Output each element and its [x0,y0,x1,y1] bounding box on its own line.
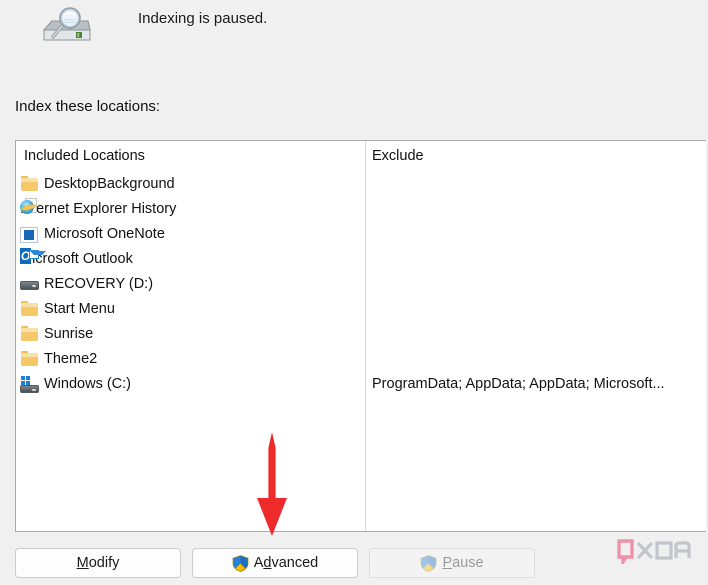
list-item-label: Sunrise [44,326,94,342]
list-item[interactable]: Internet Explorer History [20,197,176,222]
section-label: Index these locations: [15,98,161,115]
list-item-label: Microsoft OneNote [44,226,165,242]
exclude-value: ProgramData; AppData; AppData; Microsoft… [372,376,665,392]
modify-button[interactable]: Modify [15,548,181,578]
advanced-button[interactable]: Advanced [192,548,358,578]
list-item[interactable]: O Microsoft Outlook [20,247,133,272]
list-item[interactable]: RECOVERY (D:) [20,272,153,297]
xda-watermark [617,539,691,564]
list-item[interactable]: DesktopBackground [20,172,175,197]
column-header-included: Included Locations [24,148,145,164]
column-header-exclude: Exclude [372,148,424,164]
internet-explorer-icon [20,198,38,214]
pause-button[interactable]: Pause [369,548,535,578]
list-item-label: Internet Explorer History [20,201,177,217]
folder-icon [20,300,40,319]
list-item[interactable]: Microsoft OneNote [20,222,165,247]
list-item-label: DesktopBackground [44,176,175,192]
index-locations-listview[interactable]: Included Locations DesktopBackground Int… [15,140,706,532]
red-down-arrow-annotation [257,432,287,536]
list-item[interactable]: Windows (C:) [20,372,131,397]
list-item-label: Theme2 [44,351,98,367]
folder-icon [20,350,40,369]
exclude-column: Exclude ProgramData; AppData; AppData; M… [366,141,706,531]
status-header: Indexing is paused. [0,0,708,56]
folder-icon [20,325,40,344]
uac-shield-icon [232,554,249,572]
included-locations-column: Included Locations DesktopBackground Int… [16,141,365,531]
list-item[interactable]: Theme2 [20,347,97,372]
folder-icon [20,175,40,194]
drive-search-icon [42,7,91,41]
list-item[interactable]: Sunrise [20,322,93,347]
list-item-label: RECOVERY (D:) [44,276,154,292]
pause-button-label: Pause [442,555,484,571]
status-text: Indexing is paused. [138,10,268,27]
drive-icon [20,276,40,294]
modify-button-label: Modify [76,555,120,571]
list-item[interactable]: Start Menu [20,297,115,322]
uac-shield-icon [421,554,437,572]
list-item-label: Start Menu [44,301,115,317]
onenote-icon [20,226,40,244]
outlook-icon: O [20,248,46,264]
list-item-label: Windows (C:) [44,376,132,392]
advanced-button-label: Advanced [253,555,319,571]
windows-drive-icon [20,375,40,394]
